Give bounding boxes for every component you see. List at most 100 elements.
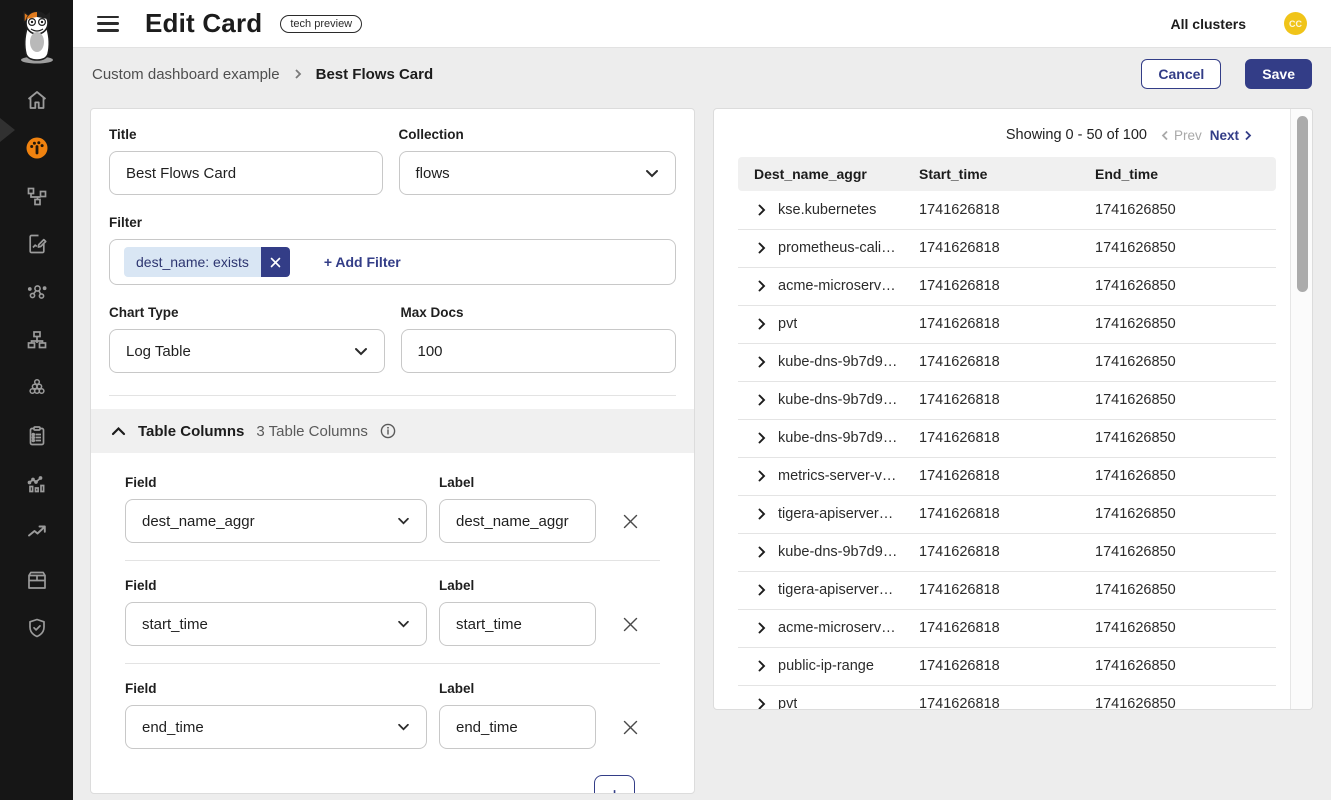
- table-row[interactable]: pvt 1741626818 1741626850: [738, 685, 1276, 710]
- label-input[interactable]: [439, 499, 596, 543]
- sidebar-item-reports[interactable]: [17, 232, 57, 256]
- add-column-button[interactable]: +: [594, 775, 635, 794]
- expand-row-icon[interactable]: [758, 660, 766, 672]
- preview-table-body: kse.kubernetes 1741626818 1741626850 pro…: [738, 191, 1276, 710]
- card-editor-panel: Title Collection flows Filter: [90, 108, 695, 794]
- remove-column-button[interactable]: [608, 499, 652, 543]
- cell-dest-name: kube-dns-9b7d977f…: [778, 544, 898, 560]
- tech-preview-badge: tech preview: [280, 15, 362, 33]
- table-row[interactable]: prometheus-calico… 1741626818 1741626850: [738, 229, 1276, 267]
- table-row[interactable]: public-ip-range 1741626818 1741626850: [738, 647, 1276, 685]
- table-row[interactable]: kube-dns-9b7d977f… 1741626818 1741626850: [738, 533, 1276, 571]
- expand-row-icon[interactable]: [758, 356, 766, 368]
- sidebar-item-packages[interactable]: [17, 568, 57, 592]
- table-row[interactable]: kube-dns-9b7d977f… 1741626818 1741626850: [738, 419, 1276, 457]
- expand-row-icon[interactable]: [758, 432, 766, 444]
- column-row: Field start_time Label: [125, 578, 660, 646]
- expand-row-icon[interactable]: [758, 394, 766, 406]
- close-icon: [622, 719, 639, 736]
- menu-icon[interactable]: [97, 16, 119, 32]
- cluster-selector[interactable]: All clusters: [1171, 16, 1246, 32]
- expand-row-icon[interactable]: [758, 204, 766, 216]
- chevron-down-icon: [397, 620, 410, 628]
- column-header-start-time[interactable]: Start_time: [919, 157, 1095, 191]
- table-row[interactable]: acme-microservice… 1741626818 1741626850: [738, 609, 1276, 647]
- chart-type-label: Chart Type: [109, 305, 385, 320]
- cell-dest-name: kube-dns-9b7d977f…: [778, 392, 898, 408]
- scrollbar-thumb[interactable]: [1297, 116, 1308, 292]
- table-row[interactable]: tigera-apiserver-6b… 1741626818 17416268…: [738, 495, 1276, 533]
- table-columns-section-header[interactable]: Table Columns 3 Table Columns: [91, 409, 694, 453]
- cell-end-time: 1741626850: [1095, 457, 1276, 495]
- prev-button[interactable]: Prev: [1161, 128, 1202, 143]
- max-docs-input[interactable]: [401, 329, 677, 373]
- table-row[interactable]: metrics-server-v1.3… 1741626818 17416268…: [738, 457, 1276, 495]
- expand-row-icon[interactable]: [758, 698, 766, 710]
- sidebar-item-home[interactable]: [17, 88, 57, 112]
- cancel-button[interactable]: Cancel: [1141, 59, 1221, 89]
- avatar[interactable]: CC: [1284, 12, 1307, 35]
- remove-column-button[interactable]: [608, 705, 652, 749]
- sidebar-item-network-sets[interactable]: [17, 328, 57, 352]
- cell-end-time: 1741626850: [1095, 229, 1276, 267]
- sidebar-item-policies[interactable]: [17, 424, 57, 448]
- table-row[interactable]: pvt 1741626818 1741626850: [738, 305, 1276, 343]
- sidebar-item-clusters[interactable]: [17, 376, 57, 400]
- home-icon: [25, 88, 49, 112]
- topbar: Edit Card tech preview All clusters CC: [73, 0, 1331, 48]
- expand-row-icon[interactable]: [758, 318, 766, 330]
- field-select[interactable]: end_time: [125, 705, 427, 749]
- table-row[interactable]: kube-dns-9b7d977f… 1741626818 1741626850: [738, 343, 1276, 381]
- sidebar-item-security[interactable]: [17, 616, 57, 640]
- filter-chip-remove-icon[interactable]: [261, 247, 290, 277]
- expand-row-icon[interactable]: [758, 470, 766, 482]
- expand-row-icon[interactable]: [758, 584, 766, 596]
- cell-end-time: 1741626850: [1095, 609, 1276, 647]
- breadcrumb-parent[interactable]: Custom dashboard example: [92, 66, 280, 83]
- cell-end-time: 1741626850: [1095, 419, 1276, 457]
- add-filter-link[interactable]: + Add Filter: [324, 254, 401, 270]
- next-button[interactable]: Next: [1210, 128, 1252, 143]
- expand-row-icon[interactable]: [758, 546, 766, 558]
- vertical-scrollbar[interactable]: [1290, 109, 1312, 709]
- cell-dest-name: metrics-server-v1.3…: [778, 468, 898, 484]
- cell-start-time: 1741626818: [919, 609, 1095, 647]
- cell-start-time: 1741626818: [919, 381, 1095, 419]
- label-input[interactable]: [439, 705, 596, 749]
- column-header-end-time[interactable]: End_time: [1095, 157, 1276, 191]
- sidebar-item-logs[interactable]: [17, 472, 57, 496]
- filter-box[interactable]: dest_name: exists + Add Filter: [109, 239, 676, 285]
- table-row[interactable]: tigera-apiserver-6b… 1741626818 17416268…: [738, 571, 1276, 609]
- cell-end-time: 1741626850: [1095, 305, 1276, 343]
- save-button[interactable]: Save: [1245, 59, 1312, 89]
- title-input[interactable]: [109, 151, 383, 195]
- sidebar-item-service-graph[interactable]: [17, 184, 57, 208]
- remove-column-button[interactable]: [608, 602, 652, 646]
- expand-row-icon[interactable]: [758, 622, 766, 634]
- sidebar-item-dashboards[interactable]: [17, 136, 57, 160]
- field-label: Field: [125, 681, 427, 696]
- sidebar-item-connections[interactable]: [17, 280, 57, 304]
- expand-row-icon[interactable]: [758, 508, 766, 520]
- sidebar-item-trends[interactable]: [17, 520, 57, 544]
- field-select[interactable]: start_time: [125, 602, 427, 646]
- cell-dest-name: public-ip-range: [778, 658, 874, 674]
- table-row[interactable]: acme-microservice… 1741626818 1741626850: [738, 267, 1276, 305]
- expand-row-icon[interactable]: [758, 242, 766, 254]
- chart-type-select[interactable]: Log Table: [109, 329, 385, 373]
- cell-end-time: 1741626850: [1095, 685, 1276, 710]
- cell-start-time: 1741626818: [919, 191, 1095, 229]
- field-value: start_time: [142, 616, 208, 633]
- info-icon[interactable]: [380, 423, 396, 439]
- table-row[interactable]: kube-dns-9b7d977f… 1741626818 1741626850: [738, 381, 1276, 419]
- expand-row-icon[interactable]: [758, 280, 766, 292]
- table-row[interactable]: kse.kubernetes 1741626818 1741626850: [738, 191, 1276, 229]
- column-row: Field end_time Label: [125, 681, 660, 749]
- calico-cat-logo[interactable]: [11, 8, 63, 66]
- cell-dest-name: kse.kubernetes: [778, 202, 876, 218]
- cell-dest-name: acme-microservice…: [778, 620, 898, 636]
- field-select[interactable]: dest_name_aggr: [125, 499, 427, 543]
- collection-select[interactable]: flows: [399, 151, 677, 195]
- column-header-dest-name-aggr[interactable]: Dest_name_aggr: [738, 157, 919, 191]
- label-input[interactable]: [439, 602, 596, 646]
